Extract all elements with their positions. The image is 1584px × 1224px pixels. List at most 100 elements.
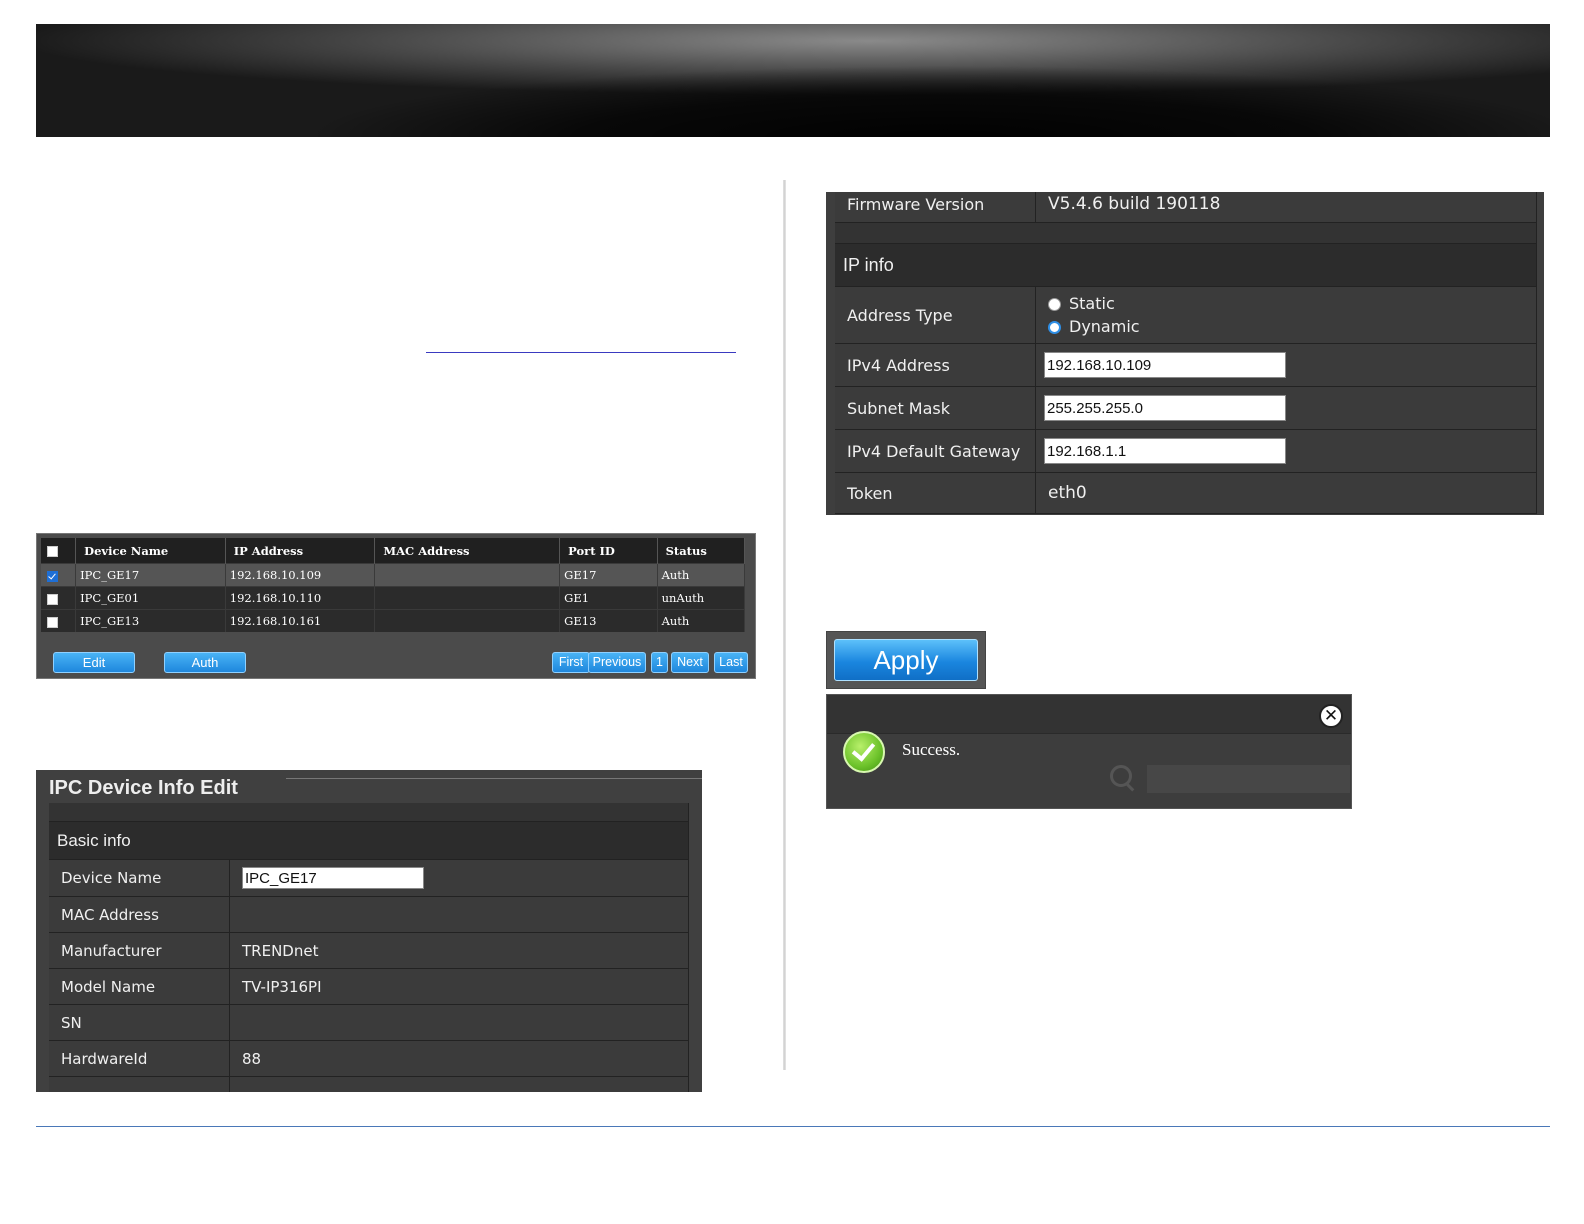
col-ip-address[interactable]: IP Address <box>225 538 376 564</box>
field-label: MAC Address <box>49 896 230 933</box>
cell-ip: 192.168.10.161 <box>225 609 376 632</box>
select-all-header[interactable] <box>41 538 77 564</box>
form-row: Token eth0 <box>835 472 1537 514</box>
pager-last-button[interactable]: Last <box>714 652 748 673</box>
form-row: Manufacturer TRENDnet <box>49 932 689 969</box>
title-rule <box>286 778 702 779</box>
ip-info-form: Firmware Version V5.4.6 build 190118 IP … <box>835 192 1537 514</box>
search-field[interactable] <box>1147 765 1350 793</box>
field-label: SN <box>49 1004 230 1041</box>
cell-device-name: IPC_GE01 <box>75 586 226 610</box>
token-label: Token <box>835 472 1036 514</box>
table-header: Device Name IP Address MAC Address Port … <box>41 538 746 564</box>
section-basic-info: Basic info <box>49 821 689 860</box>
cell-ip: 192.168.10.110 <box>225 586 376 610</box>
table-row[interactable]: IPC_GE17 192.168.10.109 GE17 Auth <box>41 563 746 587</box>
field-value: TRENDnet <box>229 932 689 969</box>
field-value: TV-IP316PI <box>229 968 689 1005</box>
col-port-id[interactable]: Port ID <box>559 538 658 564</box>
radio-static-option[interactable]: Static <box>1048 292 1524 315</box>
form-row: MAC Address <box>49 896 689 933</box>
pager-previous-button[interactable]: Previous <box>588 652 646 673</box>
form-row: HardwareId 88 <box>49 1040 689 1077</box>
radio-dynamic-label: Dynamic <box>1069 317 1140 336</box>
hyperlink-underline[interactable] <box>426 352 736 353</box>
edit-button[interactable]: Edit <box>53 652 135 673</box>
success-message: Success. <box>902 740 961 759</box>
table-row[interactable]: IPC_GE13 192.168.10.161 GE13 Auth <box>41 609 746 632</box>
form-row: SN <box>49 1004 689 1041</box>
col-mac-address[interactable]: MAC Address <box>374 538 561 564</box>
col-status[interactable]: Status <box>657 538 746 564</box>
form-row: Device Name IPC_GE17 <box>49 859 689 897</box>
col-device-name[interactable]: Device Name <box>75 538 226 564</box>
firmware-value: V5.4.6 build 190118 <box>1035 192 1537 223</box>
radio-dynamic[interactable] <box>1048 321 1061 334</box>
row-checkbox[interactable] <box>47 593 58 605</box>
cell-mac <box>374 563 561 587</box>
device-name-input[interactable]: IPC_GE17 <box>242 867 424 889</box>
address-type-label: Address Type <box>835 286 1036 344</box>
radio-static-label: Static <box>1069 294 1115 313</box>
section-header: IP info <box>835 243 1537 287</box>
field-label: HardwareId <box>49 1040 230 1077</box>
form-row: Subnet Mask 255.255.255.0 <box>835 386 1537 430</box>
ipc-edit-panel: IPC Device Info Edit Basic info Device N… <box>36 770 702 1092</box>
form-row: IPv4 Address 192.168.10.109 <box>835 343 1537 387</box>
cell-mac <box>374 586 561 610</box>
search-icon <box>1110 765 1132 787</box>
form-row: Address Type Static Dynamic <box>835 286 1537 344</box>
cell-status: Auth <box>657 563 746 587</box>
form-row: Model Name TV-IP316PI <box>49 968 689 1005</box>
form-row: IPv4 Default Gateway 192.168.1.1 <box>835 429 1537 473</box>
field-value <box>229 896 689 933</box>
subnet-mask-label: Subnet Mask <box>835 386 1036 430</box>
field-value <box>229 1004 689 1041</box>
ipc-edit-form: Basic info Device Name IPC_GE17 MAC Addr… <box>49 803 689 1092</box>
pager-next-button[interactable]: Next <box>671 652 709 673</box>
cell-status: unAuth <box>657 586 746 610</box>
ip-info-panel: Firmware Version V5.4.6 build 190118 IP … <box>826 192 1544 515</box>
table-row[interactable]: IPC_GE01 192.168.10.110 GE1 unAuth <box>41 586 746 610</box>
gateway-input[interactable]: 192.168.1.1 <box>1044 438 1286 464</box>
subnet-mask-input[interactable]: 255.255.255.0 <box>1044 395 1286 421</box>
cell-device-name: IPC_GE17 <box>75 563 226 587</box>
pager-first-button[interactable]: First <box>552 652 590 673</box>
row-checkbox[interactable] <box>47 570 58 582</box>
header-banner <box>36 24 1550 137</box>
device-table: Device Name IP Address MAC Address Port … <box>41 538 746 632</box>
form-row: Firmware Version V5.4.6 build 190118 <box>835 192 1537 223</box>
firmware-label: Firmware Version <box>835 192 1036 223</box>
cell-port: GE17 <box>559 563 658 587</box>
section-ip-info: IP info <box>835 243 1537 287</box>
ipc-edit-title: IPC Device Info Edit <box>49 777 238 799</box>
select-all-checkbox[interactable] <box>47 546 58 557</box>
cell-status: Auth <box>657 609 746 632</box>
token-value: eth0 <box>1035 472 1537 514</box>
apply-button-frame: Apply <box>826 631 986 689</box>
cell-device-name: IPC_GE13 <box>75 609 226 632</box>
column-divider <box>783 180 786 1070</box>
cell-ip: 192.168.10.109 <box>225 563 376 587</box>
auth-button[interactable]: Auth <box>164 652 246 673</box>
field-value: 88 <box>229 1040 689 1077</box>
radio-dynamic-option[interactable]: Dynamic <box>1048 315 1524 338</box>
footer-rule <box>36 1126 1550 1127</box>
dialog-titlebar <box>827 695 1351 734</box>
cell-port: GE13 <box>559 609 658 632</box>
gateway-label: IPv4 Default Gateway <box>835 429 1036 473</box>
section-header: Basic info <box>49 821 689 860</box>
device-list-panel: Device Name IP Address MAC Address Port … <box>36 533 756 679</box>
success-check-icon <box>843 731 885 773</box>
ipv4-address-input[interactable]: 192.168.10.109 <box>1044 352 1286 378</box>
cell-mac <box>374 609 561 632</box>
radio-static[interactable] <box>1048 298 1061 311</box>
row-checkbox[interactable] <box>47 616 58 628</box>
field-label: Manufacturer <box>49 932 230 969</box>
pager-page-button[interactable]: 1 <box>651 652 668 673</box>
field-label: Model Name <box>49 968 230 1005</box>
cell-port: GE1 <box>559 586 658 610</box>
apply-button[interactable]: Apply <box>834 639 978 681</box>
success-dialog: ✕ Success. <box>826 694 1352 809</box>
close-icon[interactable]: ✕ <box>1319 704 1343 728</box>
